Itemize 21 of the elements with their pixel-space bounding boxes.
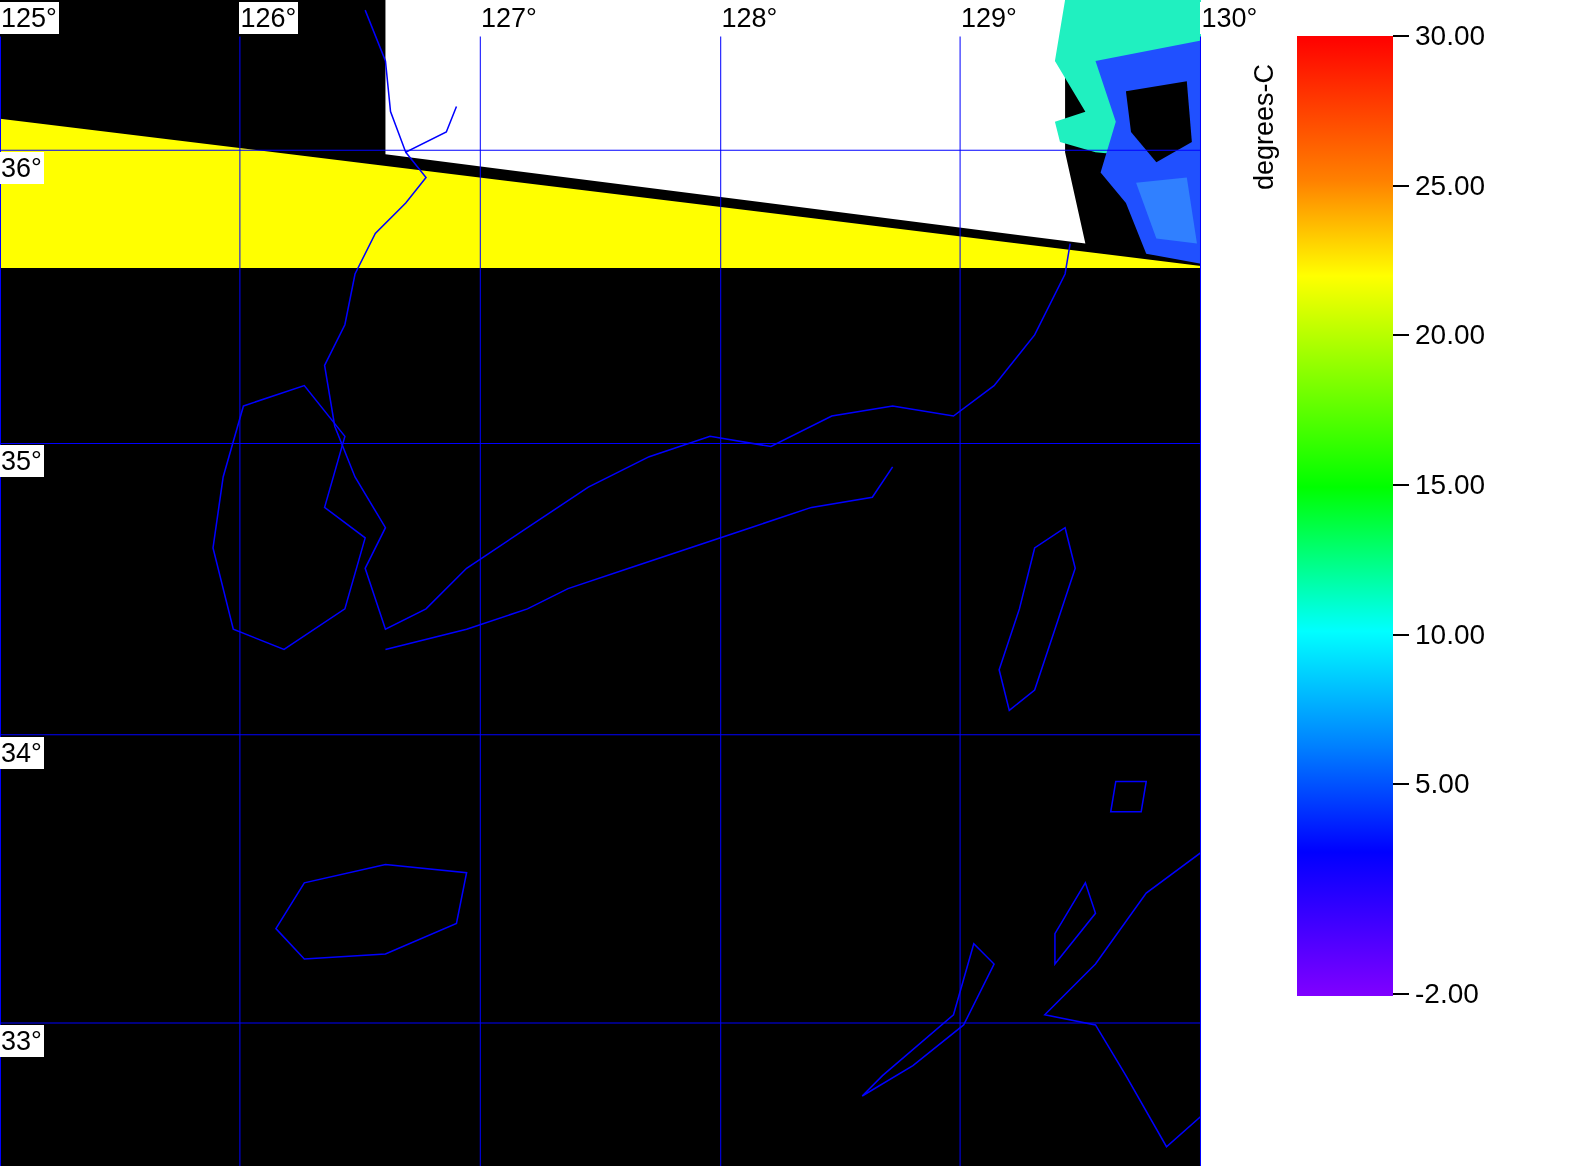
latitude-label: 36° [0, 152, 44, 185]
colorbar-label: 20.00 [1415, 319, 1486, 352]
colorbar-label: 10.00 [1415, 618, 1486, 651]
colorbar-label: 15.00 [1415, 469, 1486, 502]
tick-mark [1393, 334, 1409, 337]
tick-mark [1393, 633, 1409, 636]
tick-mark [1393, 993, 1409, 995]
latitude-label: 35° [0, 445, 44, 478]
colorbar-label: 5.00 [1415, 768, 1470, 801]
tick-mark [1393, 783, 1409, 786]
colorbar-title: degrees-C [1249, 63, 1280, 190]
tick-mark [1393, 35, 1409, 37]
tick-mark [1393, 484, 1409, 487]
colorbar-label: 25.00 [1415, 169, 1486, 202]
tick-mark [1393, 184, 1409, 187]
longitude-label: 125° [0, 2, 59, 34]
longitude-label: 126° [239, 2, 299, 34]
colorbar-label: -2.00 [1415, 978, 1479, 1010]
latitude-label: 34° [0, 736, 44, 769]
latitude-label: 33° [0, 1024, 44, 1057]
colorbar-label: 30.00 [1415, 20, 1486, 52]
